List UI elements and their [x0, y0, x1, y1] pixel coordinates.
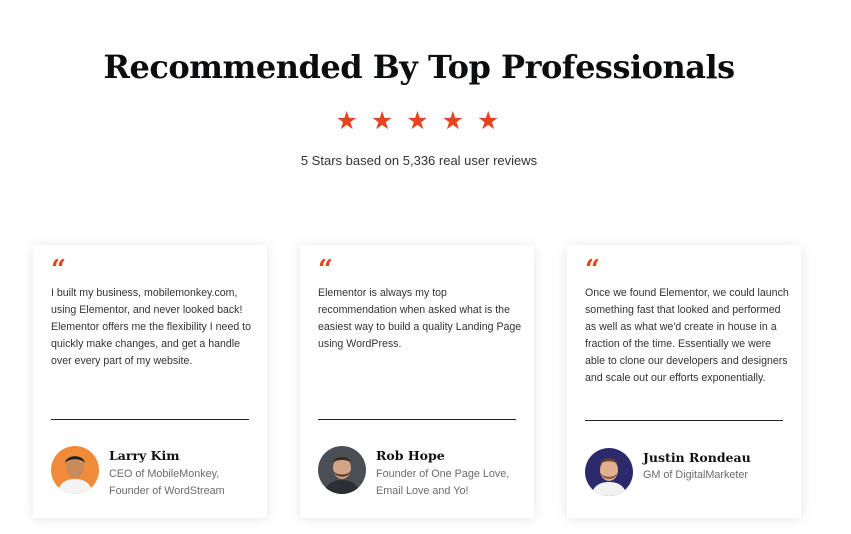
- section-heading: Recommended By Top Professionals: [103, 48, 735, 86]
- rating-summary: 5 Stars based on 5,336 real user reviews: [300, 153, 538, 168]
- avatar: [51, 446, 99, 494]
- quote-icon: “: [51, 255, 66, 285]
- person-role: GM of DigitalMarketer: [643, 469, 748, 481]
- divider: [51, 419, 249, 420]
- person-avatar-icon: [585, 448, 633, 496]
- person-avatar-icon: [51, 446, 99, 494]
- avatar: [585, 448, 633, 496]
- testimonial-card: “ I built my business, mobilemonkey.com,…: [33, 245, 267, 518]
- person-name: Larry Kim: [109, 448, 180, 463]
- person-name: Justin Rondeau: [643, 450, 751, 465]
- testimonial-quote: I built my business, mobilemonkey.com, u…: [51, 287, 252, 367]
- testimonial-card: “ Once we found Elementor, we could laun…: [567, 245, 801, 518]
- person-role: Founder of One Page Love, Email Love and…: [376, 468, 510, 497]
- person-role: CEO of MobileMonkey, Founder of WordStre…: [109, 468, 225, 497]
- divider: [585, 420, 783, 421]
- star-icon: ★: [335, 107, 361, 135]
- testimonial-quote: Elementor is always my top recommendatio…: [318, 287, 522, 350]
- star-icon: ★: [441, 107, 468, 135]
- quote-icon: “: [318, 255, 333, 285]
- star-icon: ★: [406, 107, 432, 135]
- star-icon: ★: [477, 107, 503, 135]
- person-name: Rob Hope: [376, 448, 445, 463]
- avatar: [318, 446, 366, 494]
- quote-icon: “: [585, 255, 600, 285]
- testimonial-quote: Once we found Elementor, we could launch…: [585, 287, 789, 384]
- testimonial-card: “ Elementor is always my top recommendat…: [300, 245, 534, 518]
- star-icon: ★: [370, 107, 397, 135]
- star-rating: ★ ★ ★ ★ ★: [0, 106, 838, 136]
- person-avatar-icon: [318, 446, 366, 494]
- divider: [318, 419, 516, 420]
